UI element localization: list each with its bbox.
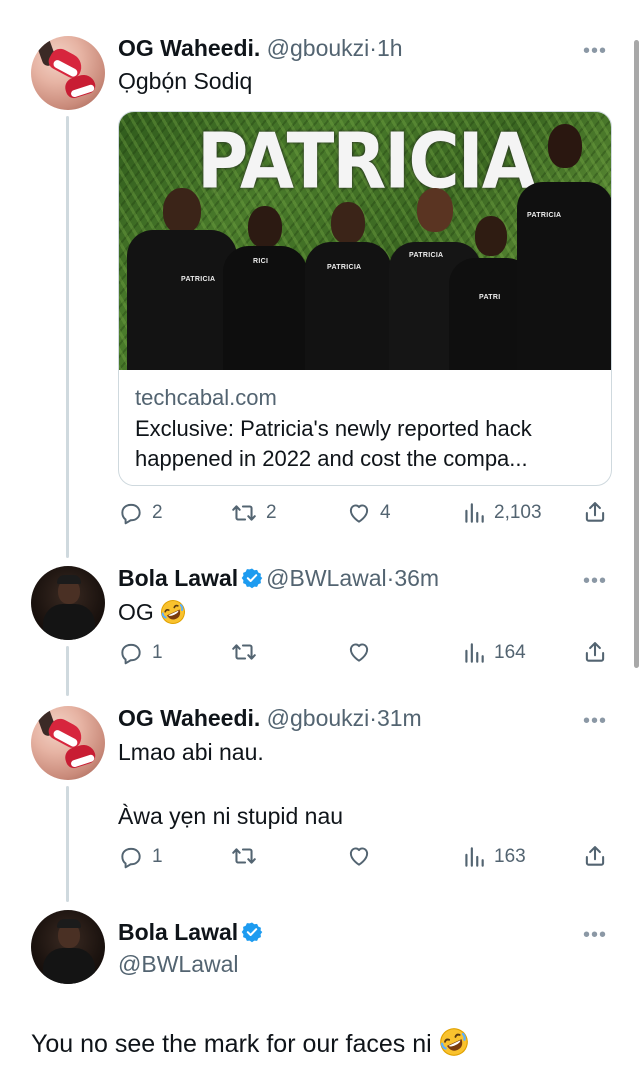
card-title-line: happened in 2022 and cost the compa... <box>135 446 528 471</box>
share-button[interactable] <box>582 843 608 869</box>
tweet-text-line: Àwa yẹn ni stupid nau <box>118 803 344 829</box>
like-button[interactable] <box>346 843 380 869</box>
timestamp[interactable]: 36m <box>394 565 439 591</box>
more-options-icon[interactable]: ••• <box>583 571 607 591</box>
user-handle-line: @BWLawal <box>118 950 239 978</box>
share-icon <box>585 846 605 866</box>
user-handle[interactable]: @BWLawal <box>266 565 387 591</box>
tweet-header: Bola Lawal @BWLawal·36m <box>118 564 439 592</box>
display-name[interactable]: Bola Lawal <box>118 919 238 945</box>
tweet-text-content: You no see the mark for our faces ni <box>31 1030 432 1058</box>
link-card[interactable]: PATRICIA PATRICIA RICI PATRICIA PATRICIA… <box>118 111 612 486</box>
tweet-header: Bola Lawal <box>118 918 266 946</box>
like-count: 4 <box>380 502 391 523</box>
share-icon <box>585 502 605 522</box>
avatar[interactable] <box>31 706 105 780</box>
thread-view: OG Waheedi. @gboukzi·1h ••• Ọgbọ́n Sodiq… <box>0 0 643 1080</box>
share-button[interactable] <box>582 639 608 665</box>
tweet-actions: 1 163 <box>118 843 610 871</box>
retweet-icon <box>232 644 256 660</box>
retweet-icon <box>232 505 256 521</box>
user-handle[interactable]: @gboukzi <box>267 35 370 61</box>
avatar[interactable] <box>31 36 105 110</box>
reply-button[interactable]: 1 <box>118 639 163 667</box>
reply-icon <box>121 503 141 525</box>
verified-badge-icon <box>241 922 263 943</box>
view-count: 2,103 <box>494 502 542 523</box>
timestamp[interactable]: 31m <box>377 705 422 731</box>
view-count: 164 <box>494 642 526 663</box>
views-icon <box>465 503 484 523</box>
views-button[interactable]: 164 <box>462 639 526 667</box>
like-button[interactable] <box>346 639 380 665</box>
more-options-icon[interactable]: ••• <box>583 925 607 945</box>
share-button[interactable] <box>582 499 608 525</box>
reply-button[interactable]: 1 <box>118 843 163 871</box>
tweet-actions: 2 2 4 2,103 <box>118 499 610 527</box>
tweet-text-content: OG <box>118 599 154 625</box>
avatar[interactable] <box>31 566 105 640</box>
reply-count: 1 <box>152 846 163 867</box>
heart-icon <box>349 504 369 523</box>
display-name[interactable]: OG Waheedi. <box>118 35 260 61</box>
avatar[interactable] <box>31 910 105 984</box>
tweet[interactable]: Bola Lawal @BWLawal·36m ••• OG 1 164 <box>0 540 643 680</box>
tweet-text: Ọgbọ́n Sodiq <box>118 68 253 94</box>
retweet-button[interactable] <box>230 843 266 869</box>
more-options-icon[interactable]: ••• <box>583 711 607 731</box>
retweet-button[interactable]: 2 <box>230 499 277 527</box>
tweet-header: OG Waheedi. @gboukzi·31m <box>118 704 422 732</box>
views-icon <box>465 847 484 867</box>
card-domain: techcabal.com <box>135 385 277 410</box>
tweet-actions: 1 164 <box>118 639 610 667</box>
user-handle[interactable]: @gboukzi <box>267 705 370 731</box>
views-button[interactable]: 2,103 <box>462 499 542 527</box>
tweet-header: OG Waheedi. @gboukzi·1h <box>118 34 403 62</box>
card-image: PATRICIA PATRICIA RICI PATRICIA PATRICIA… <box>119 112 611 370</box>
timestamp[interactable]: 1h <box>377 35 403 61</box>
heart-icon <box>349 643 369 662</box>
focused-tweet-text: You no see the mark for our faces ni <box>31 1027 469 1060</box>
retweet-button[interactable] <box>230 639 266 665</box>
reply-icon <box>121 643 141 665</box>
display-name[interactable]: OG Waheedi. <box>118 705 260 731</box>
more-options-icon[interactable]: ••• <box>583 41 607 61</box>
view-count: 163 <box>494 846 526 867</box>
rofl-emoji-icon <box>439 1028 468 1056</box>
separator: · <box>369 35 377 61</box>
heart-icon <box>349 847 369 866</box>
reply-icon <box>121 847 141 869</box>
card-title-line: Exclusive: Patricia's newly reported hac… <box>135 416 532 441</box>
like-button[interactable]: 4 <box>346 499 391 527</box>
display-name[interactable]: Bola Lawal <box>118 565 238 591</box>
separator: · <box>369 705 377 731</box>
reply-button[interactable]: 2 <box>118 499 163 527</box>
reply-count: 1 <box>152 642 163 663</box>
share-icon <box>585 642 605 662</box>
tweet-text: OG <box>118 598 186 626</box>
tweet[interactable]: OG Waheedi. @gboukzi·1h ••• Ọgbọ́n Sodiq… <box>0 0 643 540</box>
user-handle[interactable]: @BWLawal <box>118 951 239 977</box>
views-icon <box>465 643 484 663</box>
rofl-emoji-icon <box>161 600 186 624</box>
tweet-text-line: Lmao abi nau. <box>118 739 264 765</box>
views-button[interactable]: 163 <box>462 843 526 871</box>
tweet[interactable]: OG Waheedi. @gboukzi·31m ••• Lmao abi na… <box>0 680 643 890</box>
verified-badge-icon <box>241 568 263 589</box>
reply-count: 2 <box>152 502 163 523</box>
retweet-count: 2 <box>266 502 277 523</box>
retweet-icon <box>232 848 256 864</box>
